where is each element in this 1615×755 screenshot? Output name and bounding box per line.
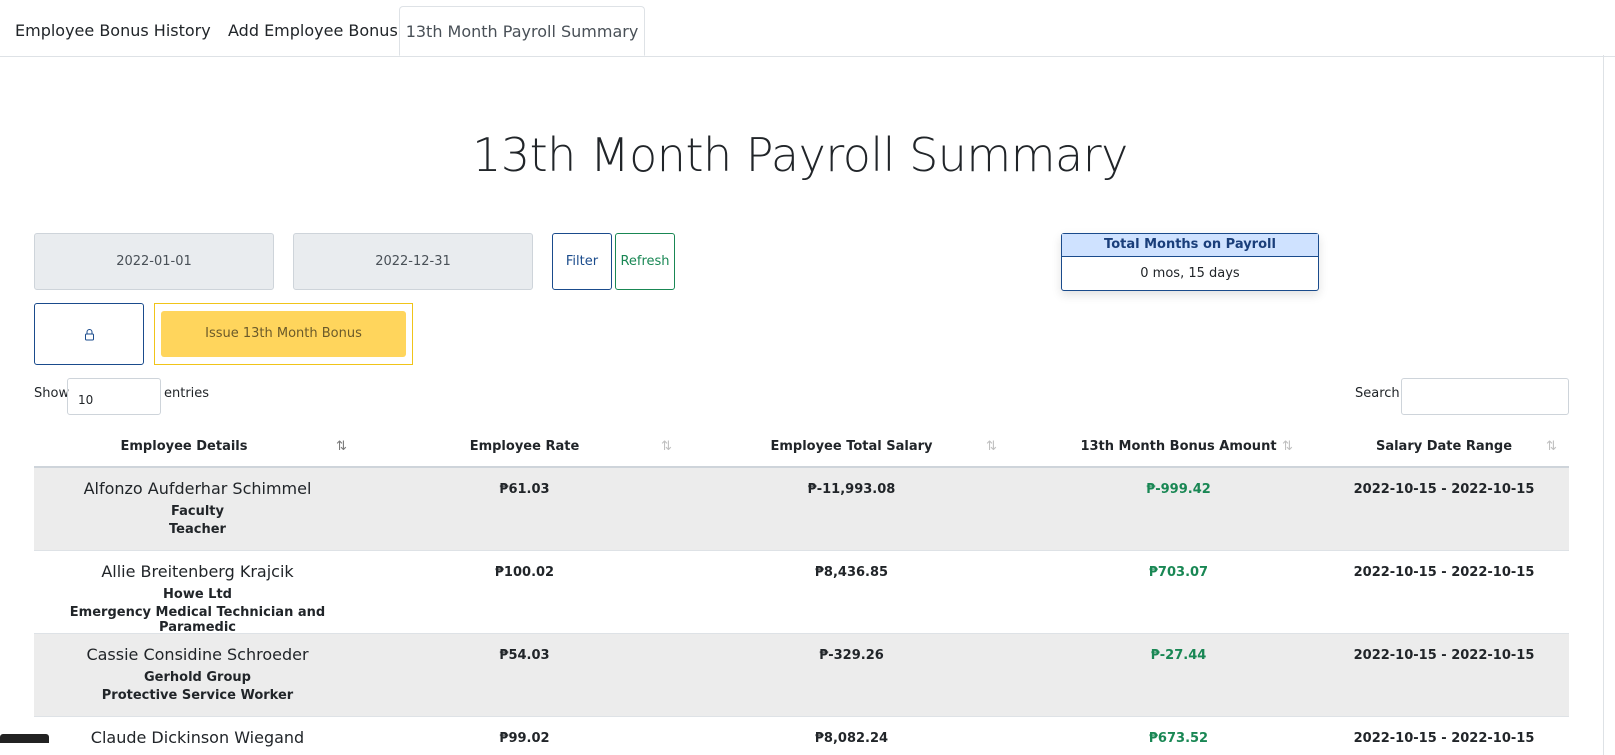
- tab-add-employee-bonus[interactable]: Add Employee Bonus: [213, 6, 413, 55]
- employee-name: Alfonzo Aufderhar Schimmel: [83, 479, 312, 498]
- filter-button[interactable]: Filter: [552, 233, 612, 290]
- tab-bar: Employee Bonus History Add Employee Bonu…: [0, 0, 1615, 57]
- lock-button[interactable]: [34, 303, 144, 365]
- employee-name: Claude Dickinson Wiegand: [90, 728, 305, 747]
- employee-total-salary: ₱8,436.85: [814, 565, 889, 580]
- employee-company: Gerhold Group: [144, 670, 251, 685]
- employee-name: Cassie Considine Schroeder: [86, 645, 309, 664]
- start-date-field[interactable]: 2022-01-01: [34, 233, 274, 290]
- refresh-button[interactable]: Refresh: [615, 233, 675, 290]
- employee-rate: ₱99.02: [499, 731, 550, 746]
- salary-date-range: 2022-10-15 - 2022-10-15: [1353, 565, 1535, 580]
- table-row[interactable]: Cassie Considine Schroeder Gerhold Group…: [34, 634, 1569, 717]
- salary-date-range: 2022-10-15 - 2022-10-15: [1353, 482, 1535, 497]
- salary-date-range: 2022-10-15 - 2022-10-15: [1353, 648, 1535, 663]
- column-header-salary-date-range[interactable]: Salary Date Range: [1279, 428, 1609, 466]
- tab-13th-month-payroll-summary[interactable]: 13th Month Payroll Summary: [399, 6, 645, 56]
- column-header-employee-total-salary[interactable]: Employee Total Salary: [688, 428, 1015, 466]
- employee-position: Teacher: [169, 522, 226, 537]
- show-label: Show: [34, 386, 70, 401]
- table-header: Employee Details ⇅ Employee Rate ⇅ Emplo…: [34, 428, 1569, 468]
- column-header-employee-rate[interactable]: Employee Rate: [361, 428, 688, 466]
- entries-label: entries: [164, 386, 210, 401]
- employee-position: Emergency Medical Technician and Paramed…: [69, 605, 326, 635]
- search-label: Search:: [1355, 386, 1405, 401]
- total-months-value: 0 mos, 15 days: [1140, 266, 1240, 281]
- employee-total-salary: ₱-11,993.08: [807, 482, 896, 497]
- entries-per-page-select[interactable]: 10: [67, 378, 161, 415]
- tab-employee-bonus-history[interactable]: Employee Bonus History: [0, 6, 226, 55]
- employee-company: Howe Ltd: [163, 587, 232, 602]
- floating-widget-edge[interactable]: [0, 734, 49, 743]
- sort-icon[interactable]: ⇅: [1546, 439, 1557, 454]
- employee-rate: ₱54.03: [499, 648, 550, 663]
- issue-13th-month-bonus-button[interactable]: Issue 13th Month Bonus: [161, 311, 406, 357]
- employee-position: Protective Service Worker: [101, 688, 294, 703]
- employee-total-salary: ₱8,082.24: [814, 731, 889, 746]
- lock-icon: [84, 326, 95, 342]
- employee-total-salary: ₱-329.26: [819, 648, 884, 663]
- sort-icon[interactable]: ⇅: [661, 439, 672, 454]
- total-months-card: Total Months on Payroll 0 mos, 15 days: [1061, 233, 1319, 291]
- employee-name: Allie Breitenberg Krajcik: [101, 562, 294, 581]
- table-row[interactable]: Alfonzo Aufderhar Schimmel Faculty Teach…: [34, 468, 1569, 551]
- salary-date-range: 2022-10-15 - 2022-10-15: [1353, 731, 1535, 746]
- total-months-title: Total Months on Payroll: [1062, 234, 1318, 257]
- issue-bonus-wrapper: Issue 13th Month Bonus: [154, 303, 413, 365]
- employee-rate: ₱61.03: [499, 482, 550, 497]
- page-title: 13th Month Payroll Summary: [472, 128, 1128, 182]
- sort-icon[interactable]: ⇅: [986, 439, 997, 454]
- employee-company: Faculty: [171, 504, 224, 519]
- end-date-field[interactable]: 2022-12-31: [293, 233, 533, 290]
- search-input[interactable]: [1401, 378, 1569, 415]
- table-row[interactable]: Allie Breitenberg Krajcik Howe Ltd Emerg…: [34, 551, 1569, 635]
- column-header-employee-details[interactable]: Employee Details: [34, 428, 334, 466]
- sort-asc-icon[interactable]: ⇅: [336, 439, 347, 454]
- employee-rate: ₱100.02: [494, 565, 555, 580]
- table-row[interactable]: Claude Dickinson Wiegand ₱99.02 ₱8,082.2…: [34, 717, 1569, 747]
